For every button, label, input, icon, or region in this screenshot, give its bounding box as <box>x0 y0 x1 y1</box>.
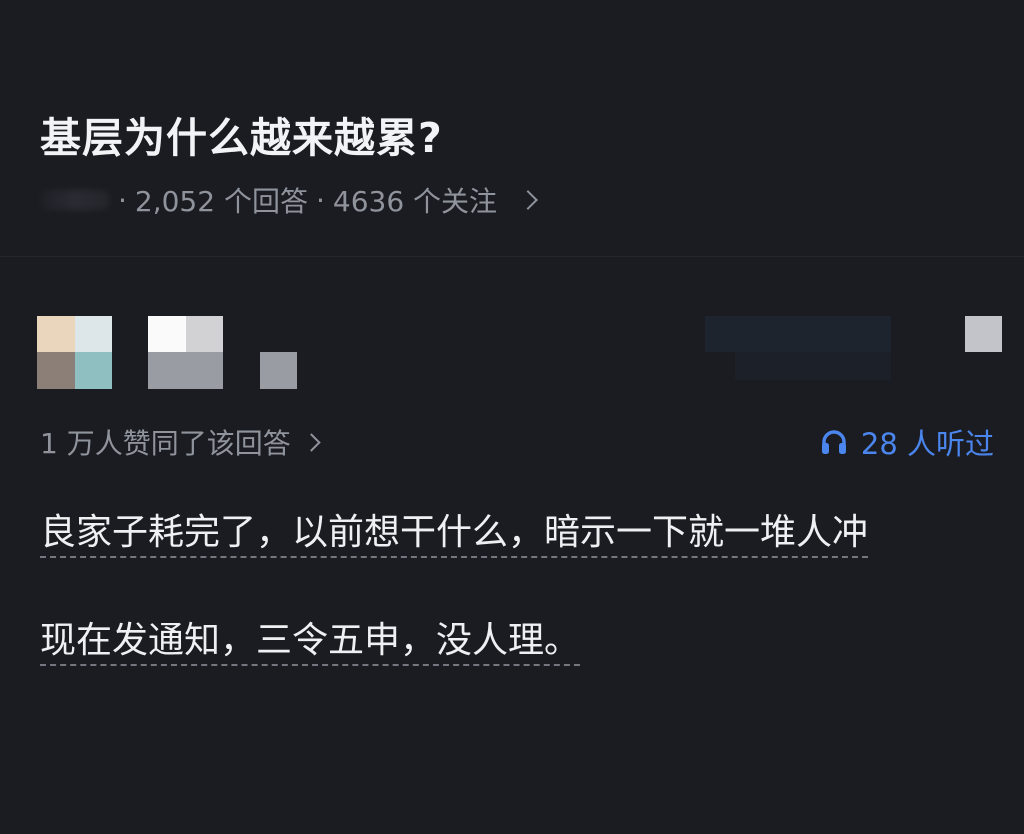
meta-separator: · <box>315 183 325 217</box>
chevron-right-icon <box>518 190 538 210</box>
follow-button-blurred[interactable] <box>705 316 891 352</box>
vote-count: 1 万人赞同了该回答 <box>40 427 291 460</box>
question-header: 基层为什么越来越累? · 2,052 个回答 · 4636 个关注 <box>0 0 1024 257</box>
more-menu-blurred[interactable] <box>965 316 1002 352</box>
answer-paragraph: 良家子耗完了，以前想干什么，暗示一下就一堆人冲 <box>40 506 990 560</box>
follow-button-blurred-lower <box>735 352 891 380</box>
listen-button[interactable]: 28 人听过 <box>819 422 994 462</box>
answer-paragraph-text: 良家子耗完了，以前想干什么，暗示一下就一堆人冲 <box>40 512 869 553</box>
headphones-icon <box>821 430 846 454</box>
answer-paragraph-text: 现在发通知，三令五申，没人理。 <box>40 620 581 661</box>
author-row-blurred[interactable] <box>0 300 1024 400</box>
listen-count: 28 人听过 <box>860 427 994 461</box>
chevron-right-icon <box>302 432 321 452</box>
answer-count: 2,052 个回答 <box>134 185 308 218</box>
follower-count: 4636 个关注 <box>332 185 498 218</box>
meta-separator: · <box>118 183 127 217</box>
answer-paragraph: 现在发通知，三令五申，没人理。 <box>40 614 990 668</box>
question-title[interactable]: 基层为什么越来越累? <box>40 104 443 164</box>
answer-body[interactable]: 良家子耗完了，以前想干什么，暗示一下就一堆人冲 现在发通知，三令五申，没人理。 <box>40 506 990 722</box>
question-meta[interactable]: · 2,052 个回答 · 4636 个关注 <box>40 180 538 220</box>
vote-line[interactable]: 1 万人赞同了该回答 <box>40 422 321 462</box>
blurred-topic-tag <box>40 190 110 210</box>
